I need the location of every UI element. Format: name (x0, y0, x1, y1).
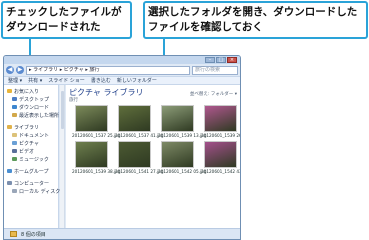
callout-pointer-left (29, 39, 31, 55)
maximize-button[interactable]: □ (216, 57, 226, 63)
search-input[interactable]: 旅行の検索 (192, 65, 238, 75)
sidebar-item-label: 最近表示した場所 (19, 112, 60, 119)
file-view: ピクチャ ライブラリ 旅行 並べ替え: フォルダー ▾ 20120601_153… (66, 85, 240, 230)
file-name: 20120601_1541 27.jpg (115, 169, 164, 174)
sidebar-item-label: ライブラリ (14, 124, 40, 131)
slideshow-button[interactable]: スライド ショー (48, 77, 85, 84)
disk-icon (12, 189, 17, 193)
pictures-icon (12, 141, 17, 145)
folder-icon (10, 231, 17, 237)
photo-thumbnail[interactable] (161, 105, 194, 132)
file-name: 20120601_1542 05.jpg (158, 169, 207, 174)
sidebar-item-label: コンピューター (14, 180, 50, 187)
file-item[interactable]: 20120601_1539 26.jpg (201, 105, 240, 138)
file-item[interactable]: 20120601_1541 27.jpg (115, 141, 164, 174)
explorer-window: – □ × ◀ ▶ ▸ ライブラリ ▸ ピクチャ ▸ 旅行 旅行の検索 整理 ▾… (3, 55, 241, 240)
burn-button[interactable]: 書き込む (91, 77, 111, 84)
minimize-button[interactable]: – (205, 57, 215, 63)
file-name: 20120601_1539 13.jpg (158, 133, 207, 138)
photo-thumbnail[interactable] (75, 141, 108, 168)
library-subtitle: 旅行 (69, 98, 78, 103)
scroll-thumb[interactable] (61, 91, 64, 129)
sidebar-item-label: ドキュメント (19, 132, 50, 139)
title-bar: – □ × (4, 56, 240, 64)
sidebar-item-label: お気に入り (14, 88, 40, 95)
address-bar: ◀ ▶ ▸ ライブラリ ▸ ピクチャ ▸ 旅行 旅行の検索 (4, 64, 240, 76)
file-name: 20120601_1539 38.jpg (72, 169, 121, 174)
file-item[interactable]: 20120601_1542 43.jpg (201, 141, 240, 174)
sidebar-item-label: ホームグループ (14, 168, 49, 175)
homegroup-icon (7, 169, 12, 173)
recent-places-icon (12, 113, 17, 117)
arrange-by-dropdown[interactable]: 並べ替え: フォルダー ▾ (190, 91, 237, 97)
sidebar-item-recent[interactable]: 最近表示した場所 (4, 111, 60, 119)
forward-arrow-icon[interactable]: ▶ (16, 66, 24, 74)
videos-icon (12, 149, 17, 153)
callout-downloaded: チェックしたファイルがダウンロードされた (1, 1, 132, 39)
computer-icon (7, 181, 12, 185)
screenshot-root: チェックしたファイルがダウンロードされた 選択したフォルダを開き、ダウンロードし… (0, 0, 369, 240)
photo-thumbnail[interactable] (161, 141, 194, 168)
address-path[interactable]: ▸ ライブラリ ▸ ピクチャ ▸ 旅行 (26, 65, 190, 75)
callout-pointer-right (163, 39, 165, 55)
sidebar-item-label: ピクチャ (19, 140, 39, 147)
command-toolbar: 整理 ▾ 共有 ▾ スライド ショー 書き込む 新しいフォルダー (4, 76, 240, 85)
photo-thumbnail[interactable] (118, 141, 151, 168)
sidebar-item-libraries[interactable]: ライブラリ (4, 123, 58, 131)
library-title: ピクチャ ライブラリ (69, 88, 144, 97)
status-bar: 8 個の項目 (4, 228, 240, 239)
file-name: 20120601_1537 25.jpg (72, 133, 121, 138)
photo-thumbnail[interactable] (204, 105, 237, 132)
organize-button[interactable]: 整理 ▾ (8, 77, 22, 84)
sidebar-item-label: デスクトップ (19, 96, 50, 103)
star-icon (7, 89, 12, 93)
navigation-pane: お気に入り デスクトップ ダウンロード 最近表示した場所 ライブラリ ドキュメン… (4, 85, 61, 230)
file-item[interactable]: 20120601_1539 13.jpg (158, 105, 207, 138)
documents-icon (12, 133, 17, 137)
sidebar-item-local-disk[interactable]: ローカル ディスク (4, 187, 61, 195)
file-item[interactable]: 20120601_1542 05.jpg (158, 141, 207, 174)
sidebar-item-downloads[interactable]: ダウンロード (4, 103, 58, 111)
file-item[interactable]: 20120601_1537 25.jpg (72, 105, 121, 138)
sidebar-item-label: ビデオ (19, 148, 35, 155)
library-icon (7, 125, 12, 129)
sidebar-item-desktop[interactable]: デスクトップ (4, 95, 58, 103)
download-icon (12, 105, 17, 109)
sidebar-item-videos[interactable]: ビデオ (4, 147, 58, 155)
sidebar-item-label: ローカル ディスク (19, 188, 61, 195)
sidebar-item-pictures[interactable]: ピクチャ (4, 139, 58, 147)
file-item[interactable]: 20120601_1539 38.jpg (72, 141, 121, 174)
navigation-scrollbar[interactable] (60, 85, 65, 230)
photo-thumbnail[interactable] (75, 105, 108, 132)
sidebar-item-music[interactable]: ミュージック (4, 155, 58, 163)
file-name: 20120601_1537 41.jpg (115, 133, 164, 138)
file-name: 20120601_1539 26.jpg (201, 133, 240, 138)
window-controls: – □ × (205, 57, 237, 63)
file-grid: 20120601_1537 25.jpg 20120601_1537 41.jpg… (72, 105, 240, 174)
close-button[interactable]: × (227, 57, 237, 63)
photo-thumbnail[interactable] (204, 141, 237, 168)
item-count: 8 個の項目 (21, 231, 46, 238)
share-button[interactable]: 共有 ▾ (28, 77, 42, 84)
sidebar-item-label: ミュージック (19, 156, 49, 163)
desktop-icon (12, 97, 17, 101)
callout-check-files: 選択したフォルダを開き、ダウンロードしたファイルを確認しておく (143, 1, 368, 39)
photo-thumbnail[interactable] (118, 105, 151, 132)
sidebar-item-favorites[interactable]: お気に入り (4, 87, 58, 95)
sidebar-item-homegroup[interactable]: ホームグループ (4, 167, 58, 175)
file-name: 20120601_1542 43.jpg (201, 169, 240, 174)
file-item[interactable]: 20120601_1537 41.jpg (115, 105, 164, 138)
music-icon (12, 157, 17, 161)
sidebar-item-label: ダウンロード (19, 104, 50, 111)
new-folder-button[interactable]: 新しいフォルダー (117, 77, 157, 84)
back-arrow-icon[interactable]: ◀ (6, 66, 14, 74)
sidebar-item-documents[interactable]: ドキュメント (4, 131, 58, 139)
sidebar-item-computer[interactable]: コンピューター (4, 179, 58, 187)
